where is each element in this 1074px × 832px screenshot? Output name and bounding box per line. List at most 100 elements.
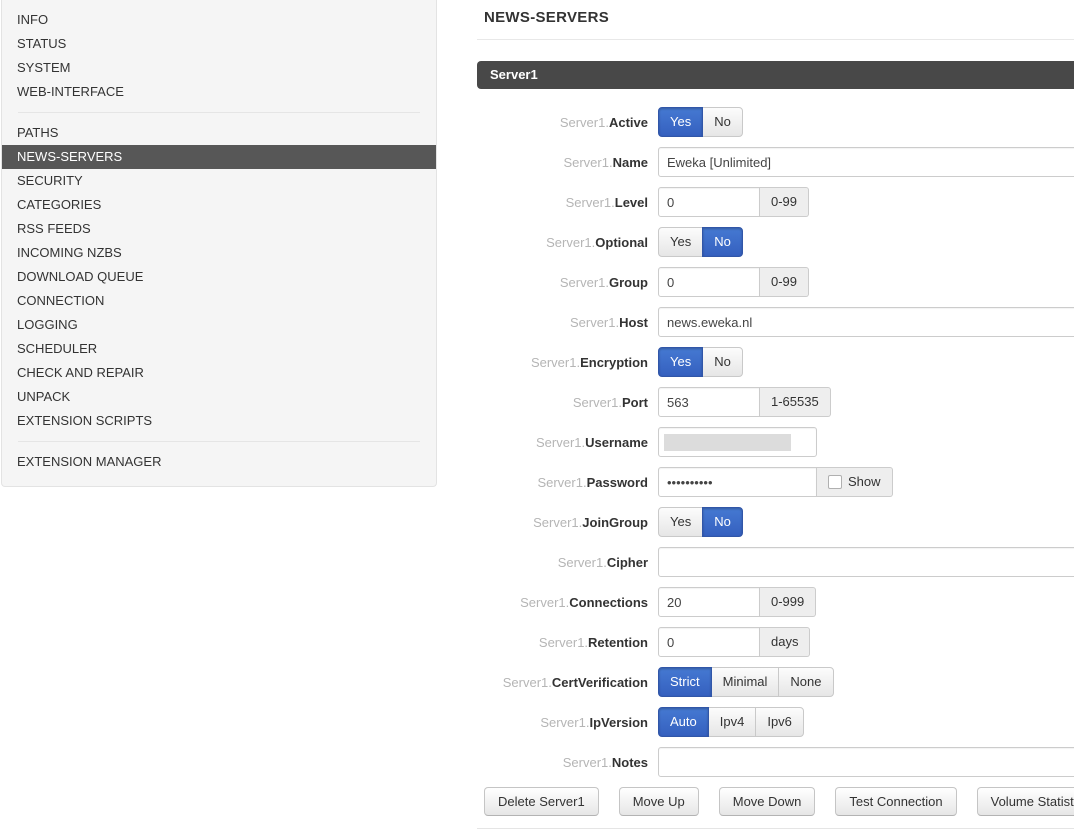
password-input[interactable]	[658, 467, 817, 497]
field-label-active: Server1.Active	[477, 115, 648, 130]
label-prefix: Server1.	[566, 195, 615, 210]
ipversion-ipv6-button[interactable]: Ipv6	[755, 707, 804, 737]
connections-hint: 0-999	[760, 587, 816, 617]
field-row-host: Server1.Host	[477, 307, 1074, 337]
label-prefix: Server1.	[536, 435, 585, 450]
optional-yes-button[interactable]: Yes	[658, 227, 703, 257]
field-row-ipversion: Server1.IpVersion Auto Ipv4 Ipv6	[477, 707, 1074, 737]
settings-content: NEWS-SERVERS Server1 Server1.Active Yes …	[477, 0, 1074, 829]
ipversion-auto-button[interactable]: Auto	[658, 707, 709, 737]
label-name: Connections	[569, 595, 648, 610]
ipversion-toggle: Auto Ipv4 Ipv6	[658, 707, 804, 737]
port-input[interactable]	[658, 387, 760, 417]
move-up-button[interactable]: Move Up	[619, 787, 699, 816]
sidebar-item-info[interactable]: INFO	[2, 8, 436, 32]
active-toggle: Yes No	[658, 107, 743, 137]
sidebar-item-rss-feeds[interactable]: RSS FEEDS	[2, 217, 436, 241]
field-row-password: Server1.Password Show	[477, 467, 1074, 497]
label-prefix: Server1.	[503, 675, 552, 690]
label-name: JoinGroup	[582, 515, 648, 530]
username-input[interactable]	[658, 427, 817, 457]
field-label-ipversion: Server1.IpVersion	[477, 715, 648, 730]
label-prefix: Server1.	[560, 115, 609, 130]
label-prefix: Server1.	[546, 235, 595, 250]
sidebar-item-download-queue[interactable]: DOWNLOAD QUEUE	[2, 265, 436, 289]
label-prefix: Server1.	[540, 715, 589, 730]
field-label-retention: Server1.Retention	[477, 635, 648, 650]
label-prefix: Server1.	[563, 755, 612, 770]
group-input[interactable]	[658, 267, 760, 297]
field-row-group: Server1.Group 0-99	[477, 267, 1074, 297]
level-input[interactable]	[658, 187, 760, 217]
notes-input[interactable]	[658, 747, 1074, 777]
encryption-yes-button[interactable]: Yes	[658, 347, 703, 377]
sidebar-item-news-servers[interactable]: NEWS-SERVERS	[2, 145, 436, 169]
name-input[interactable]	[658, 147, 1074, 177]
field-label-port: Server1.Port	[477, 395, 648, 410]
active-no-button[interactable]: No	[702, 107, 743, 137]
field-row-encryption: Server1.Encryption Yes No	[477, 347, 1074, 377]
optional-toggle: Yes No	[658, 227, 743, 257]
redacted-username-value	[664, 434, 791, 451]
field-row-retention: Server1.Retention days	[477, 627, 1074, 657]
sidebar-item-incoming-nzbs[interactable]: INCOMING NZBS	[2, 241, 436, 265]
sidebar-item-extension-manager[interactable]: EXTENSION MANAGER	[2, 450, 436, 474]
encryption-no-button[interactable]: No	[702, 347, 743, 377]
delete-server1-button[interactable]: Delete Server1	[484, 787, 599, 816]
encryption-toggle: Yes No	[658, 347, 743, 377]
label-prefix: Server1.	[558, 555, 607, 570]
show-password-checkbox[interactable]	[828, 475, 842, 489]
certverification-strict-button[interactable]: Strict	[658, 667, 712, 697]
sidebar-item-check-and-repair[interactable]: CHECK AND REPAIR	[2, 361, 436, 385]
cipher-input[interactable]	[658, 547, 1074, 577]
group-hint: 0-99	[760, 267, 809, 297]
field-row-connections: Server1.Connections 0-999	[477, 587, 1074, 617]
label-prefix: Server1.	[563, 155, 612, 170]
page-title: NEWS-SERVERS	[477, 0, 1074, 26]
sidebar-item-scheduler[interactable]: SCHEDULER	[2, 337, 436, 361]
sidebar-item-system[interactable]: SYSTEM	[2, 56, 436, 80]
label-name: Port	[622, 395, 648, 410]
show-password-label[interactable]: Show	[848, 468, 881, 496]
label-name: IpVersion	[589, 715, 648, 730]
label-name: Name	[613, 155, 648, 170]
retention-hint: days	[760, 627, 810, 657]
field-label-joingroup: Server1.JoinGroup	[477, 515, 648, 530]
certverification-minimal-button[interactable]: Minimal	[711, 667, 780, 697]
sidebar-item-security[interactable]: SECURITY	[2, 169, 436, 193]
sidebar-item-unpack[interactable]: UNPACK	[2, 385, 436, 409]
certverification-none-button[interactable]: None	[778, 667, 833, 697]
server-action-buttons: Delete Server1 Move Up Move Down Test Co…	[484, 787, 1074, 816]
volume-statistics-button[interactable]: Volume Statistics	[977, 787, 1074, 816]
label-name: Retention	[588, 635, 648, 650]
test-connection-button[interactable]: Test Connection	[835, 787, 956, 816]
field-label-level: Server1.Level	[477, 195, 648, 210]
server1-panel-header: Server1	[477, 61, 1074, 89]
joingroup-yes-button[interactable]: Yes	[658, 507, 703, 537]
label-prefix: Server1.	[573, 395, 622, 410]
sidebar-item-connection[interactable]: CONNECTION	[2, 289, 436, 313]
field-label-username: Server1.Username	[477, 435, 648, 450]
section-divider	[477, 828, 1074, 829]
host-input[interactable]	[658, 307, 1074, 337]
sidebar-item-extension-scripts[interactable]: EXTENSION SCRIPTS	[2, 409, 436, 433]
label-name: Level	[615, 195, 648, 210]
move-down-button[interactable]: Move Down	[719, 787, 816, 816]
retention-input[interactable]	[658, 627, 760, 657]
field-label-cipher: Server1.Cipher	[477, 555, 648, 570]
sidebar-item-paths[interactable]: PATHS	[2, 121, 436, 145]
connections-input[interactable]	[658, 587, 760, 617]
joingroup-no-button[interactable]: No	[702, 507, 743, 537]
sidebar-item-logging[interactable]: LOGGING	[2, 313, 436, 337]
sidebar-item-categories[interactable]: CATEGORIES	[2, 193, 436, 217]
label-name: Encryption	[580, 355, 648, 370]
content-header: NEWS-SERVERS	[477, 0, 1074, 40]
label-prefix: Server1.	[531, 355, 580, 370]
sidebar-item-web-interface[interactable]: WEB-INTERFACE	[2, 80, 436, 104]
sidebar-item-status[interactable]: STATUS	[2, 32, 436, 56]
ipversion-ipv4-button[interactable]: Ipv4	[708, 707, 757, 737]
field-label-name: Server1.Name	[477, 155, 648, 170]
field-label-host: Server1.Host	[477, 315, 648, 330]
optional-no-button[interactable]: No	[702, 227, 743, 257]
active-yes-button[interactable]: Yes	[658, 107, 703, 137]
